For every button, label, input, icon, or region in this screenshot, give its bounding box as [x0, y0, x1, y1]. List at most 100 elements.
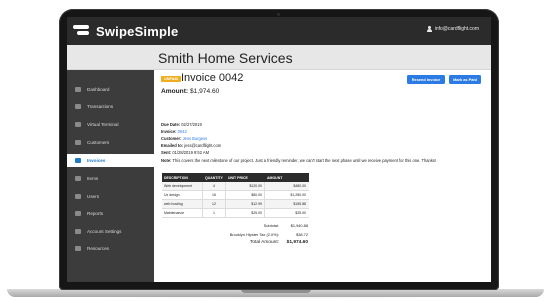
table-cell: Ux design — [162, 191, 203, 199]
sidebar-item-label: Dashboard — [87, 87, 110, 92]
column-header: UNIT PRICE — [228, 175, 248, 180]
table-cell: 4 — [203, 182, 226, 190]
line-items-table: DESCRIPTION QUANTITY UNIT PRICE AMOUNT W… — [162, 173, 309, 218]
column-header: DESCRIPTION — [164, 175, 188, 180]
table-cell: 1 — [203, 209, 226, 217]
status-badge: UNPAID — [161, 76, 182, 82]
table-cell: $120.00 — [226, 182, 265, 190]
table-cell: web hosting — [162, 200, 203, 208]
title-bar: Smith Home Services — [67, 45, 491, 70]
sidebar-item-reports[interactable]: Reports — [67, 207, 154, 220]
due-date: Due Date: 02/27/2019 — [161, 122, 202, 127]
resend-invoice-button[interactable]: Resend Invoice — [407, 75, 445, 84]
sidebar-item-label: Account Settings — [87, 229, 122, 234]
brand-name: SwipeSimple — [96, 23, 179, 39]
tax-label: Brooklyn Hipster Tax (2.0%): — [229, 232, 279, 237]
sidebar: Dashboard Transactions Virtual Terminal … — [67, 70, 154, 282]
emailed-label: Emailed to: — [161, 143, 184, 148]
amount-value: $1,974.60 — [189, 88, 220, 95]
table-cell: $480.00 — [293, 184, 306, 188]
invoice-number: Invoice: 0042 — [161, 129, 187, 134]
sidebar-item-label: Invoices — [87, 158, 106, 163]
users-icon — [75, 194, 81, 199]
sidebar-item-dashboard[interactable]: Dashboard — [67, 83, 154, 96]
subtotal-label: Subtotal: — [263, 223, 279, 228]
brand[interactable]: SwipeSimple — [73, 23, 178, 39]
gear-icon — [75, 229, 81, 234]
sent-value: 01/28/2019 9:52 AM — [172, 150, 210, 155]
customer-link[interactable]: Jess Burgess — [183, 136, 208, 141]
tax-value: $38.72 — [296, 232, 308, 237]
sidebar-item-label: Customers — [87, 140, 110, 145]
invoice-icon — [75, 158, 81, 163]
camera-icon — [277, 13, 280, 16]
table-row: Web development 4 $120.00 $480.00 — [162, 182, 309, 191]
table-header: DESCRIPTION QUANTITY UNIT PRICE AMOUNT — [162, 173, 309, 182]
table-row: web hosting 12 $12.99 $155.88 — [162, 200, 309, 209]
table-cell: $80.00 — [226, 191, 265, 199]
sidebar-item-invoices[interactable]: Invoices — [67, 154, 154, 167]
table-cell: 16 — [203, 191, 226, 199]
dashboard-icon — [75, 87, 81, 92]
swipesimple-logo-icon — [73, 25, 91, 37]
table-cell: Web development — [162, 182, 203, 190]
note-value: This covers the next milestone of our pr… — [172, 158, 437, 163]
column-header: AMOUNT — [267, 175, 283, 180]
note-label: Note: — [161, 158, 172, 163]
invoice-label: Invoice: — [161, 129, 177, 134]
user-menu[interactable]: info@cardflight.com — [426, 26, 479, 32]
customer: Customer: Jess Burgess — [161, 136, 207, 141]
table-row: Maintenance 1 $25.00 $25.00 — [162, 209, 309, 218]
items-icon — [75, 176, 81, 181]
sidebar-item-label: Resources — [87, 246, 109, 251]
sidebar-item-customers[interactable]: Customers — [67, 136, 154, 149]
user-email: info@cardflight.com — [434, 26, 479, 32]
sidebar-item-label: Items — [87, 176, 99, 181]
transactions-icon — [75, 104, 81, 109]
sent-label: Sent: — [161, 150, 172, 155]
page-title: Smith Home Services — [158, 50, 293, 66]
table-cell: $25.00 — [295, 211, 306, 215]
due-label: Due Date: — [161, 122, 181, 127]
sidebar-item-resources[interactable]: Resources — [67, 242, 154, 255]
sent-date: Sent: 01/28/2019 9:52 AM — [161, 150, 209, 155]
customer-label: Customer: — [161, 136, 182, 141]
table-cell: $1,280.00 — [290, 193, 306, 197]
sidebar-item-account-settings[interactable]: Account Settings — [67, 225, 154, 238]
table-cell: $155.88 — [293, 202, 306, 206]
invoice-note: Note: This covers the next milestone of … — [161, 158, 436, 163]
sidebar-item-label: Virtual Terminal — [87, 122, 119, 127]
resources-icon — [75, 246, 81, 251]
amount-label: Amount: — [161, 88, 189, 95]
table-cell: $25.00 — [226, 209, 265, 217]
total-label: Total Amount: — [249, 240, 279, 245]
invoice-detail: UNPAID Invoice 0042 Resend Invoice Mark … — [154, 71, 491, 282]
total-amount: $1,974.60 — [286, 240, 308, 245]
table-cell: Maintenance — [162, 209, 203, 217]
reports-icon — [75, 211, 81, 216]
due-value: 02/27/2019 — [181, 122, 202, 127]
sidebar-item-items[interactable]: Items — [67, 172, 154, 185]
emailed-value: jess@cardflight.com — [184, 143, 222, 148]
table-cell: $12.99 — [226, 200, 265, 208]
sidebar-item-label: Reports — [87, 211, 104, 216]
table-cell: 12 — [203, 200, 226, 208]
customers-icon — [75, 140, 81, 145]
terminal-icon — [75, 122, 81, 127]
sidebar-item-users[interactable]: Users — [67, 190, 154, 203]
sidebar-item-transactions[interactable]: Transactions — [67, 100, 154, 113]
subtotal-value: $1,940.88 — [290, 223, 308, 228]
sidebar-item-label: Transactions — [87, 104, 114, 109]
column-header: QUANTITY — [205, 175, 223, 180]
mark-as-paid-button[interactable]: Mark as Paid — [449, 75, 481, 84]
total-value: $1,974.60 — [281, 240, 308, 245]
emailed-to: Emailed to: jess@cardflight.com — [161, 143, 221, 148]
user-icon — [426, 26, 432, 32]
top-bar: SwipeSimple info@cardflight.com — [67, 17, 491, 45]
app-screen: SwipeSimple info@cardflight.com Smith Ho… — [67, 17, 491, 282]
invoice-number-link[interactable]: 0042 — [178, 129, 187, 134]
sidebar-item-virtual-terminal[interactable]: Virtual Terminal — [67, 118, 154, 131]
table-row: Ux design 16 $80.00 $1,280.00 — [162, 191, 309, 200]
invoice-title: Invoice 0042 — [181, 72, 244, 84]
invoice-amount: Amount: $1,974.60 — [161, 88, 219, 95]
